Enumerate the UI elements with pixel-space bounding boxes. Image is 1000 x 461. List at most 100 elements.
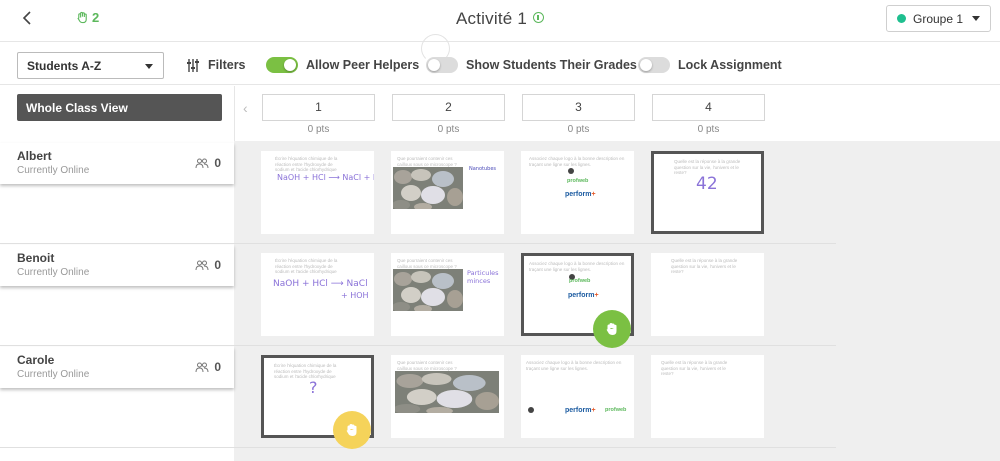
handwritten-answer: 42 (696, 174, 718, 194)
perform-logo: perform+ (565, 191, 596, 198)
submission-thumbnail[interactable]: Écrire l'équation chimique de la réactio… (261, 151, 374, 234)
question-prompt-text: Que pourraient contenir ces cailloux sou… (397, 360, 457, 371)
student-status: Currently Online (17, 165, 90, 176)
submission-thumbnail[interactable]: Que pourraient contenir ces cailloux sou… (391, 253, 504, 336)
question-header: ‹ 1 0 pts 2 0 pts 3 0 pts 4 0 pts (234, 86, 1000, 141)
handwritten-answer: Particules minces (467, 269, 499, 285)
question-points: 0 pts (567, 124, 590, 135)
question-points: 0 pts (307, 124, 330, 135)
chevron-left-icon[interactable]: ‹ (243, 100, 248, 116)
avatar (568, 168, 574, 174)
chevron-down-icon (145, 64, 153, 69)
group-selector[interactable]: Groupe 1 (886, 5, 991, 32)
users-icon (195, 260, 209, 270)
student-name: Albert (17, 149, 52, 163)
raised-hand-badge[interactable] (593, 310, 631, 348)
raised-hand-badge[interactable] (333, 411, 371, 449)
submission-thumbnail[interactable]: Que pourraient contenir ces cailloux sou… (391, 355, 504, 438)
lock-assignment-setting: Lock Assignment (638, 57, 782, 73)
submission-thumbnail[interactable]: Associez chaque logo à la bonne descript… (521, 151, 634, 234)
chevron-down-icon (972, 16, 981, 21)
submission-thumbnail[interactable]: Écrire l'équation chimique de la réactio… (261, 253, 374, 336)
raised-hand-icon (606, 322, 617, 336)
peer-helpers-value: 0 (214, 360, 221, 374)
question-prompt-text: Associez chaque logo à la bonne descript… (526, 360, 622, 371)
handwritten-answer: NaOH + HCl ⟶ NaCl + H₂O (277, 173, 374, 182)
question-tab-1[interactable]: 1 (262, 94, 375, 121)
title-area: Activité 1 (0, 9, 1000, 29)
sort-select-value: Students A-Z (27, 58, 102, 73)
toggle-knob (428, 59, 440, 71)
users-icon (195, 362, 209, 372)
submission-thumbnail[interactable]: Que pourraient contenir ces cailloux sou… (391, 151, 504, 234)
student-name: Benoit (17, 251, 55, 265)
question-tab-4[interactable]: 4 (652, 94, 765, 121)
show-grades-label: Show Students Their Grades (466, 58, 637, 72)
toggle-knob (284, 59, 296, 71)
submission-thumbnail[interactable]: Quelle est la réponse à la grande questi… (651, 253, 764, 336)
row-divider (0, 345, 836, 346)
question-tab-2[interactable]: 2 (392, 94, 505, 121)
handwritten-answer: ? (309, 378, 318, 397)
student-card-albert[interactable]: Albert Currently Online 0 (0, 143, 234, 184)
profweb-logo: profweb (569, 278, 591, 284)
toolbar: Students A-Z Filters Allow Peer Helpers … (0, 34, 1000, 85)
question-prompt-text: Que pourraient contenir ces cailloux sou… (397, 156, 457, 167)
handwritten-answer: + HOH (341, 291, 369, 300)
toggle-knob (640, 59, 652, 71)
student-status: Currently Online (17, 369, 90, 380)
lock-assignment-toggle[interactable] (638, 57, 670, 73)
users-icon (195, 158, 209, 168)
profweb-logo: profweb (605, 407, 627, 413)
student-card-carole[interactable]: Carole Currently Online 0 (0, 347, 234, 388)
allow-peer-helpers-toggle[interactable] (266, 57, 298, 73)
question-points: 0 pts (437, 124, 460, 135)
question-points: 0 pts (697, 124, 720, 135)
whole-class-view-button[interactable]: Whole Class View (17, 94, 222, 121)
filters-button[interactable]: Filters (186, 58, 246, 72)
pebbles-image (393, 269, 463, 311)
question-prompt-text: Écrire l'équation chimique de la réactio… (274, 363, 337, 379)
question-prompt-text: Quelle est la réponse à la grande questi… (671, 258, 738, 274)
question-tab-3[interactable]: 3 (522, 94, 635, 121)
student-card-benoit[interactable]: Benoit Currently Online 0 (0, 245, 234, 286)
raised-hand-icon (346, 423, 357, 437)
sliders-icon (187, 58, 199, 72)
sort-select[interactable]: Students A-Z (17, 52, 164, 79)
question-prompt-text: Associez chaque logo à la bonne descript… (529, 156, 625, 167)
submission-thumbnail[interactable]: Quelle est la réponse à la grande questi… (651, 355, 764, 438)
show-grades-setting: Show Students Their Grades (426, 57, 637, 73)
group-status-dot (897, 14, 906, 23)
question-prompt-text: Écrire l'équation chimique de la réactio… (275, 258, 338, 274)
profweb-logo: profweb (567, 178, 589, 184)
filters-label: Filters (208, 58, 246, 72)
submission-thumbnail[interactable]: Associez chaque logo à la bonne descript… (521, 355, 634, 438)
avatar (528, 407, 534, 413)
page-title: Activité 1 (456, 9, 527, 28)
handwritten-answer: NaOH + HCl ⟶ NaCl (273, 279, 368, 289)
student-name: Carole (17, 353, 55, 367)
peer-helpers-count: 0 (195, 360, 221, 374)
allow-peer-helpers-setting: Allow Peer Helpers (266, 57, 419, 73)
submission-thumbnail-selected[interactable]: Quelle est la réponse à la grande questi… (651, 151, 764, 234)
peer-helpers-value: 0 (214, 258, 221, 272)
question-prompt-text: Écrire l'équation chimique de la réactio… (275, 156, 338, 172)
peer-helpers-value: 0 (214, 156, 221, 170)
handwritten-answer: Nanotubes (469, 166, 497, 172)
question-prompt-text: Quelle est la réponse à la grande questi… (661, 360, 728, 376)
lock-assignment-label: Lock Assignment (678, 58, 782, 72)
peer-helpers-count: 0 (195, 156, 221, 170)
pebbles-image (393, 167, 463, 209)
pebbles-image (395, 371, 499, 413)
perform-logo: perform+ (565, 407, 596, 414)
group-label: Groupe 1 (913, 11, 964, 26)
row-divider (0, 447, 836, 448)
info-icon[interactable] (532, 12, 544, 23)
allow-peer-helpers-label: Allow Peer Helpers (306, 58, 420, 72)
question-prompt-text: Associez chaque logo à la bonne descript… (529, 261, 625, 272)
top-bar: 2 Activité 1 Groupe 1 (0, 0, 1000, 42)
perform-logo: perform+ (568, 292, 599, 299)
show-grades-toggle[interactable] (426, 57, 458, 73)
question-prompt-text: Que pourraient contenir ces cailloux sou… (397, 258, 457, 269)
peer-helpers-count: 0 (195, 258, 221, 272)
